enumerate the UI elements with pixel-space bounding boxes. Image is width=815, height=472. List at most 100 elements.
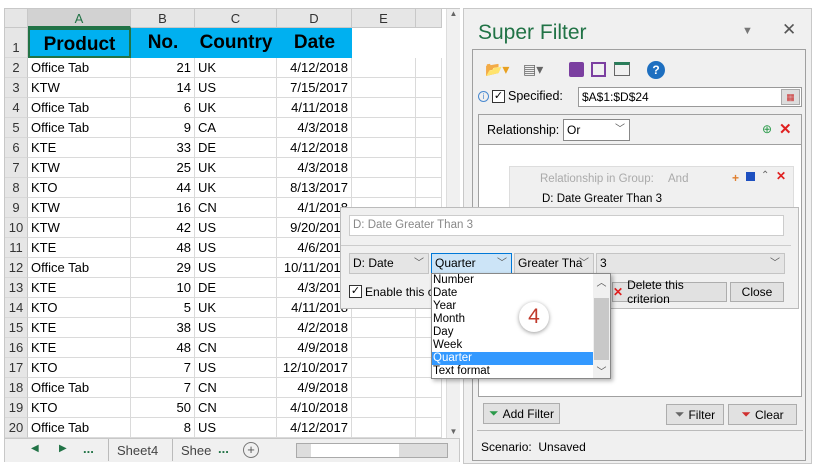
row-header-6[interactable]: 6	[5, 138, 28, 158]
row-header-13[interactable]: 13	[5, 278, 28, 298]
cell-product[interactable]: KTW	[28, 158, 131, 178]
cell-f[interactable]	[416, 378, 442, 398]
cell-country[interactable]: US	[195, 258, 277, 278]
save-icon[interactable]	[569, 62, 584, 77]
cell-product[interactable]: KTW	[28, 198, 131, 218]
cell-no[interactable]: 25	[131, 158, 195, 178]
collapse-icon[interactable]: ⌃	[761, 170, 769, 181]
row-header-18[interactable]: 18	[5, 378, 28, 398]
cell-no[interactable]: 44	[131, 178, 195, 198]
cell-country[interactable]: CA	[195, 118, 277, 138]
row-header-9[interactable]: 9	[5, 198, 28, 218]
filter-button[interactable]: ⏷ Filter	[666, 404, 724, 425]
column-select[interactable]: D: Date ﹀	[349, 253, 429, 274]
tab-sheet5[interactable]: Shee	[181, 443, 211, 458]
header-cell-date[interactable]: Date	[277, 28, 352, 58]
cell-no[interactable]: 42	[131, 218, 195, 238]
cell-no[interactable]: 16	[131, 198, 195, 218]
cell-country[interactable]: UK	[195, 58, 277, 78]
cell-country[interactable]: US	[195, 218, 277, 238]
cell-product[interactable]: Office Tab	[28, 378, 131, 398]
delete-criterion-button[interactable]: ✕ Delete this criterion	[612, 278, 727, 306]
cell-no[interactable]: 6	[131, 98, 195, 118]
cell-product[interactable]: KTW	[28, 78, 131, 98]
cell-no[interactable]: 9	[131, 118, 195, 138]
cell-no[interactable]: 7	[131, 378, 195, 398]
cell-country[interactable]: UK	[195, 178, 277, 198]
group-criterion[interactable]: D: Date Greater Than 3	[542, 193, 662, 205]
cell-e[interactable]	[352, 58, 416, 78]
new-scenario-icon[interactable]: ▤▾	[523, 61, 543, 78]
open-scenario-icon[interactable]: 📂▾	[485, 61, 509, 78]
column-header-d[interactable]: D	[277, 9, 352, 28]
cell-e[interactable]	[352, 378, 416, 398]
type-select[interactable]: Quarter ﹀	[431, 253, 512, 274]
operator-select[interactable]: Greater Tha ﹀	[514, 253, 594, 274]
row-header-20[interactable]: 20	[5, 418, 28, 438]
cell-product[interactable]: KTO	[28, 178, 131, 198]
cell-product[interactable]: Office Tab	[28, 98, 131, 118]
cell-country[interactable]: UK	[195, 98, 277, 118]
row-header-8[interactable]: 8	[5, 178, 28, 198]
cell-e[interactable]	[352, 158, 416, 178]
type-option[interactable]: Quarter	[432, 352, 593, 365]
save-as-icon[interactable]	[591, 62, 606, 77]
scroll-down-icon[interactable]: ▼	[447, 427, 460, 436]
cell-country[interactable]: US	[195, 358, 277, 378]
scroll-up-icon[interactable]: ▲	[447, 9, 460, 18]
cell-e[interactable]	[352, 118, 416, 138]
cell-date[interactable]: 4/11/2018	[277, 98, 352, 118]
cell-date[interactable]: 4/9/2018	[277, 338, 352, 358]
cell-country[interactable]: US	[195, 238, 277, 258]
row-header-16[interactable]: 16	[5, 338, 28, 358]
cell-product[interactable]: KTO	[28, 358, 131, 378]
row-header-11[interactable]: 11	[5, 238, 28, 258]
cell-f[interactable]	[416, 418, 442, 438]
column-header-e[interactable]: E	[352, 9, 416, 28]
cell-product[interactable]: KTO	[28, 298, 131, 318]
cell-date[interactable]: 4/10/2018	[277, 398, 352, 418]
row-header-5[interactable]: 5	[5, 118, 28, 138]
cell-product[interactable]: KTE	[28, 338, 131, 358]
row-header-10[interactable]: 10	[5, 218, 28, 238]
cell-date[interactable]: 4/12/2018	[277, 58, 352, 78]
cell-date[interactable]: 8/13/2017	[277, 178, 352, 198]
cell-country[interactable]: CN	[195, 398, 277, 418]
delete-group-icon[interactable]: ✕	[776, 169, 786, 183]
list-scrollbar[interactable]: ︿ ﹀	[593, 274, 610, 378]
cell-date[interactable]: 4/12/2017	[277, 418, 352, 438]
cell-e[interactable]	[352, 98, 416, 118]
select-all-corner[interactable]	[5, 9, 28, 28]
select-range-icon[interactable]: ▦	[781, 89, 800, 105]
close-pane-icon[interactable]: ✕	[782, 20, 796, 40]
cell-country[interactable]: DE	[195, 138, 277, 158]
specified-checkbox[interactable]: ✓	[492, 90, 505, 103]
cell-country[interactable]: US	[195, 78, 277, 98]
cell-no[interactable]: 38	[131, 318, 195, 338]
cell-product[interactable]: KTE	[28, 318, 131, 338]
column-header-c[interactable]: C	[195, 9, 277, 28]
type-option[interactable]: Month	[432, 313, 593, 326]
clear-button[interactable]: ⏷ Clear	[728, 404, 797, 425]
column-header-a[interactable]: A	[28, 9, 131, 28]
column-header-f[interactable]	[416, 9, 442, 28]
cell-product[interactable]: KTE	[28, 238, 131, 258]
close-button[interactable]: Close	[730, 282, 784, 302]
cell-e[interactable]	[352, 358, 416, 378]
cell-f[interactable]	[416, 138, 442, 158]
cell-f[interactable]	[416, 398, 442, 418]
cell-date[interactable]: 12/10/2017	[277, 358, 352, 378]
cell-no[interactable]: 21	[131, 58, 195, 78]
cell-f[interactable]	[416, 158, 442, 178]
cell-product[interactable]: KTE	[28, 278, 131, 298]
cell-date[interactable]: 4/3/2018	[277, 118, 352, 138]
row-header-12[interactable]: 12	[5, 258, 28, 278]
scroll-up-icon[interactable]: ︿	[593, 274, 610, 289]
type-option[interactable]: Date	[432, 287, 593, 300]
row-header-14[interactable]: 14	[5, 298, 28, 318]
row-header-4[interactable]: 4	[5, 98, 28, 118]
cell-no[interactable]: 14	[131, 78, 195, 98]
cell-product[interactable]: KTE	[28, 138, 131, 158]
cell-f[interactable]	[416, 98, 442, 118]
add-group-icon[interactable]: ⊕	[762, 122, 772, 136]
